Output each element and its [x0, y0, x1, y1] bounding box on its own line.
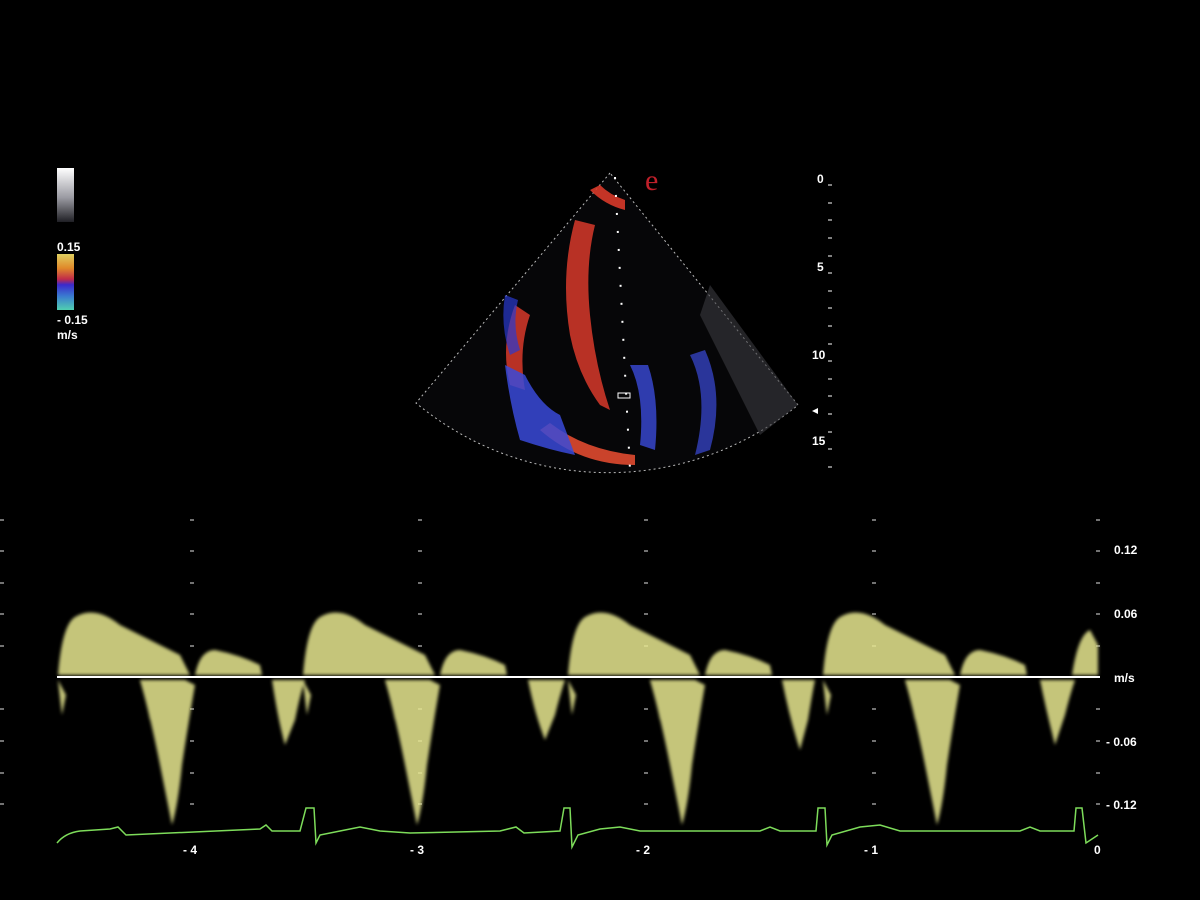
depth-label-0: 0 — [817, 172, 824, 186]
echo-sector-image[interactable] — [410, 165, 810, 480]
velocity-unit-label: m/s — [1114, 671, 1135, 685]
grayscale-map-bar — [57, 168, 74, 222]
time-label-neg-4: - 4 — [183, 843, 198, 857]
depth-scale: 0 5 10 15 — [800, 170, 850, 480]
velocity-label-neg-0.06: - 0.06 — [1106, 735, 1137, 749]
velocity-label-0.12: 0.12 — [1114, 543, 1138, 557]
time-label-neg-3: - 3 — [410, 843, 425, 857]
colormap-min-label: - 0.15 — [57, 313, 88, 327]
depth-label-10: 10 — [812, 348, 826, 362]
view-marker: e — [645, 164, 659, 197]
time-label-neg-2: - 2 — [636, 843, 651, 857]
tissue-doppler-spectrum[interactable]: 0.12 0.06 m/s - 0.06 - 0.12 - 4 - 3 - 2 … — [0, 505, 1200, 900]
focus-marker-icon — [812, 408, 818, 414]
colormap-unit-label: m/s — [57, 328, 78, 342]
colormap-max-label: 0.15 — [57, 240, 81, 254]
sector-outline — [415, 172, 799, 474]
depth-label-5: 5 — [817, 260, 824, 274]
ecg-trace — [56, 807, 1099, 850]
color-velocity-map-bar — [57, 254, 74, 310]
time-label-neg-1: - 1 — [864, 843, 879, 857]
doppler-trace — [58, 612, 1098, 825]
velocity-label-neg-0.12: - 0.12 — [1106, 798, 1137, 812]
spectrum-plot — [0, 519, 1101, 850]
depth-label-15: 15 — [812, 434, 826, 448]
velocity-label-0.06: 0.06 — [1114, 607, 1138, 621]
time-label-0: 0 — [1094, 843, 1101, 857]
